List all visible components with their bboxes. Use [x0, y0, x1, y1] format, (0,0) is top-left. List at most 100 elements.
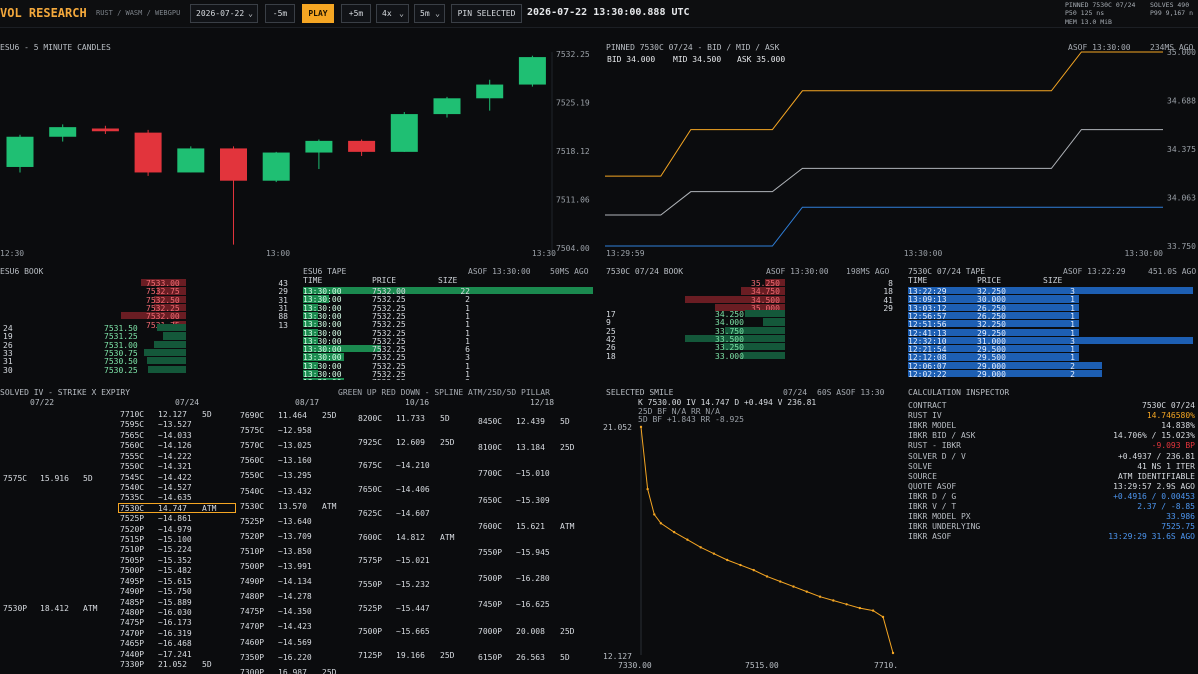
candle-body: [518, 57, 546, 85]
inspector-panel: CALCULATION INSPECTOR CONTRACT 7530C 07/2…: [905, 385, 1198, 674]
inspector-value: 7525.75: [1161, 522, 1195, 532]
x-tick-label: 13:29:59: [606, 249, 645, 258]
clock-readout: 2026-07-22 13:30:00.888 UTC: [527, 7, 690, 18]
stat-p50: P50 125 ns: [1065, 9, 1105, 18]
iv-value: 12.439: [516, 417, 545, 426]
x-tick-label: 7515.00: [745, 661, 779, 670]
inspector-key: IBKR V / T: [908, 502, 957, 511]
expiry-header: 07/22: [30, 398, 55, 407]
play-button[interactable]: PLAY: [302, 4, 334, 23]
smile-point: [845, 603, 848, 606]
iv-strike: 7475P: [120, 618, 145, 628]
iv-strike: 7600C: [478, 521, 503, 531]
option-book-title: 7530C 07/24 BOOK: [606, 267, 684, 276]
iv-value: ~14.321: [158, 462, 192, 472]
iv-value: ~14.635: [158, 493, 192, 503]
bid-depth-bar: [763, 318, 785, 326]
iv-value: ~14.979: [158, 524, 192, 534]
expiry-header: 08/17: [295, 398, 320, 407]
iv-value: ~15.100: [158, 535, 192, 545]
x-tick-label: 7330.00: [618, 661, 652, 670]
iv-strike: 7550P: [478, 548, 503, 557]
inspector-key: SOLVER D / V: [908, 451, 966, 461]
interval-select[interactable]: 5m ⌄: [414, 4, 445, 23]
chevron-down-icon: ⌄: [248, 9, 253, 18]
iv-pillar-tag: 5D: [560, 417, 570, 426]
smile-spline: [640, 426, 894, 654]
iv-value: ~13.991: [278, 562, 312, 571]
candles-chart[interactable]: 7532.25 7525.19 7518.12 7511.06 7504.00 12:30…: [0, 40, 598, 260]
tape-header-time: TIME: [908, 276, 928, 285]
iv-value: 11.733: [396, 414, 425, 423]
stat-solves: SOLVES 490: [1150, 1, 1190, 9]
candle-body: [348, 140, 376, 152]
candle-body: [390, 114, 418, 152]
pinned-chart[interactable]: 35.000 34.688 34.375 34.063 33.750 13:29:59 13…: [603, 40, 1198, 260]
iv-strike: 7600C: [358, 532, 383, 542]
smile-point: [646, 487, 649, 491]
iv-strike: 7625C: [358, 508, 383, 518]
tape-time: 12:02:22: [908, 370, 947, 379]
iv-strike: 7545C: [120, 472, 145, 482]
iv-pillar-tag: ATM: [202, 503, 217, 513]
x-tick-label: 13:00: [266, 249, 290, 258]
iv-pillar-tag: 25D: [322, 667, 337, 674]
iv-pillar-tag: 5D: [440, 414, 450, 423]
date-select[interactable]: 2026-07-22 ⌄: [190, 4, 258, 23]
iv-strike: 7550P: [358, 579, 383, 589]
option-tape-panel: 7530C 07/24 TAPE ASOF 13:22:29 451.0S AG…: [905, 264, 1198, 380]
x-tick-label: 7710.: [874, 661, 898, 670]
candle-body: [305, 140, 333, 153]
iv-strike: 7525P: [120, 514, 145, 524]
iv-value: ~13.432: [278, 486, 312, 496]
inspector-value: -9.093 BP: [1151, 441, 1195, 451]
iv-strike: 7925C: [358, 437, 383, 447]
tape-size-bar: [303, 287, 593, 295]
iv-strike: 7540C: [120, 482, 145, 492]
y-min-label: 12.127: [603, 652, 632, 661]
iv-strike: 7525P: [358, 603, 383, 613]
inspector-key: IBKR MODEL PX: [908, 512, 971, 522]
candle-body: [262, 152, 290, 181]
option-tape-title: 7530C 07/24 TAPE: [908, 267, 986, 276]
step-forward-button[interactable]: +5m: [341, 4, 371, 23]
iv-strike: 8200C: [358, 414, 383, 423]
iv-value: ~15.352: [158, 555, 192, 565]
iv-strike: 7710C: [120, 410, 145, 419]
bid-size: 18: [606, 351, 616, 361]
speed-select[interactable]: 4x ⌄: [376, 4, 409, 23]
y-tick-label: 34.375: [1167, 145, 1196, 154]
iv-pillar-tag: 25D: [440, 651, 455, 660]
step-back-button[interactable]: -5m: [265, 4, 295, 23]
iv-pillar-tag: 25D: [440, 437, 455, 447]
iv-value: ~14.422: [158, 472, 192, 482]
bid-depth-bar: [148, 365, 186, 373]
candle-body: [49, 127, 77, 137]
tape-size-bar: [908, 336, 1193, 345]
bid-depth-bar: [741, 351, 785, 359]
option-tape-age: 451.0S AGO: [1148, 267, 1197, 276]
esu6-tape-title: ESU6 TAPE: [303, 267, 347, 276]
iv-pillar-tag: 5D: [202, 660, 212, 670]
iv-strike: 7595C: [120, 420, 145, 430]
iv-strike: 7300P: [240, 667, 265, 674]
inspector-value: 13:29:57 2.9S AGO: [1113, 481, 1195, 491]
top-bar: VOL RESEARCH RUST / WASM / WEBGPU 2026-0…: [0, 0, 1198, 28]
smile-point: [805, 590, 808, 593]
iv-strike: 7510P: [120, 545, 145, 555]
iv-strike: 7700C: [478, 469, 503, 479]
pin-selected-button[interactable]: PIN SELECTED: [451, 4, 522, 23]
iv-value: 15.916: [40, 474, 69, 483]
iv-grid-panel: SOLVED IV - STRIKE X EXPIRY GREEN UP RED…: [0, 385, 598, 674]
smile-point: [672, 530, 676, 534]
iv-strike: 7490P: [120, 587, 145, 597]
smile-point: [832, 599, 835, 602]
inspector-key: QUOTE ASOF: [908, 481, 957, 491]
iv-grid-legend: GREEN UP RED DOWN - SPLINE ATM/25D/5D PI…: [338, 388, 550, 397]
smile-chart[interactable]: 21.052 12.1277330.00 7515.00 7710.: [603, 385, 900, 674]
iv-strike: 7450P: [478, 600, 503, 610]
iv-value: ~14.423: [278, 622, 312, 632]
candle-body: [91, 128, 119, 132]
iv-strike: 7480P: [240, 592, 265, 602]
iv-strike: 8100C: [478, 443, 503, 453]
